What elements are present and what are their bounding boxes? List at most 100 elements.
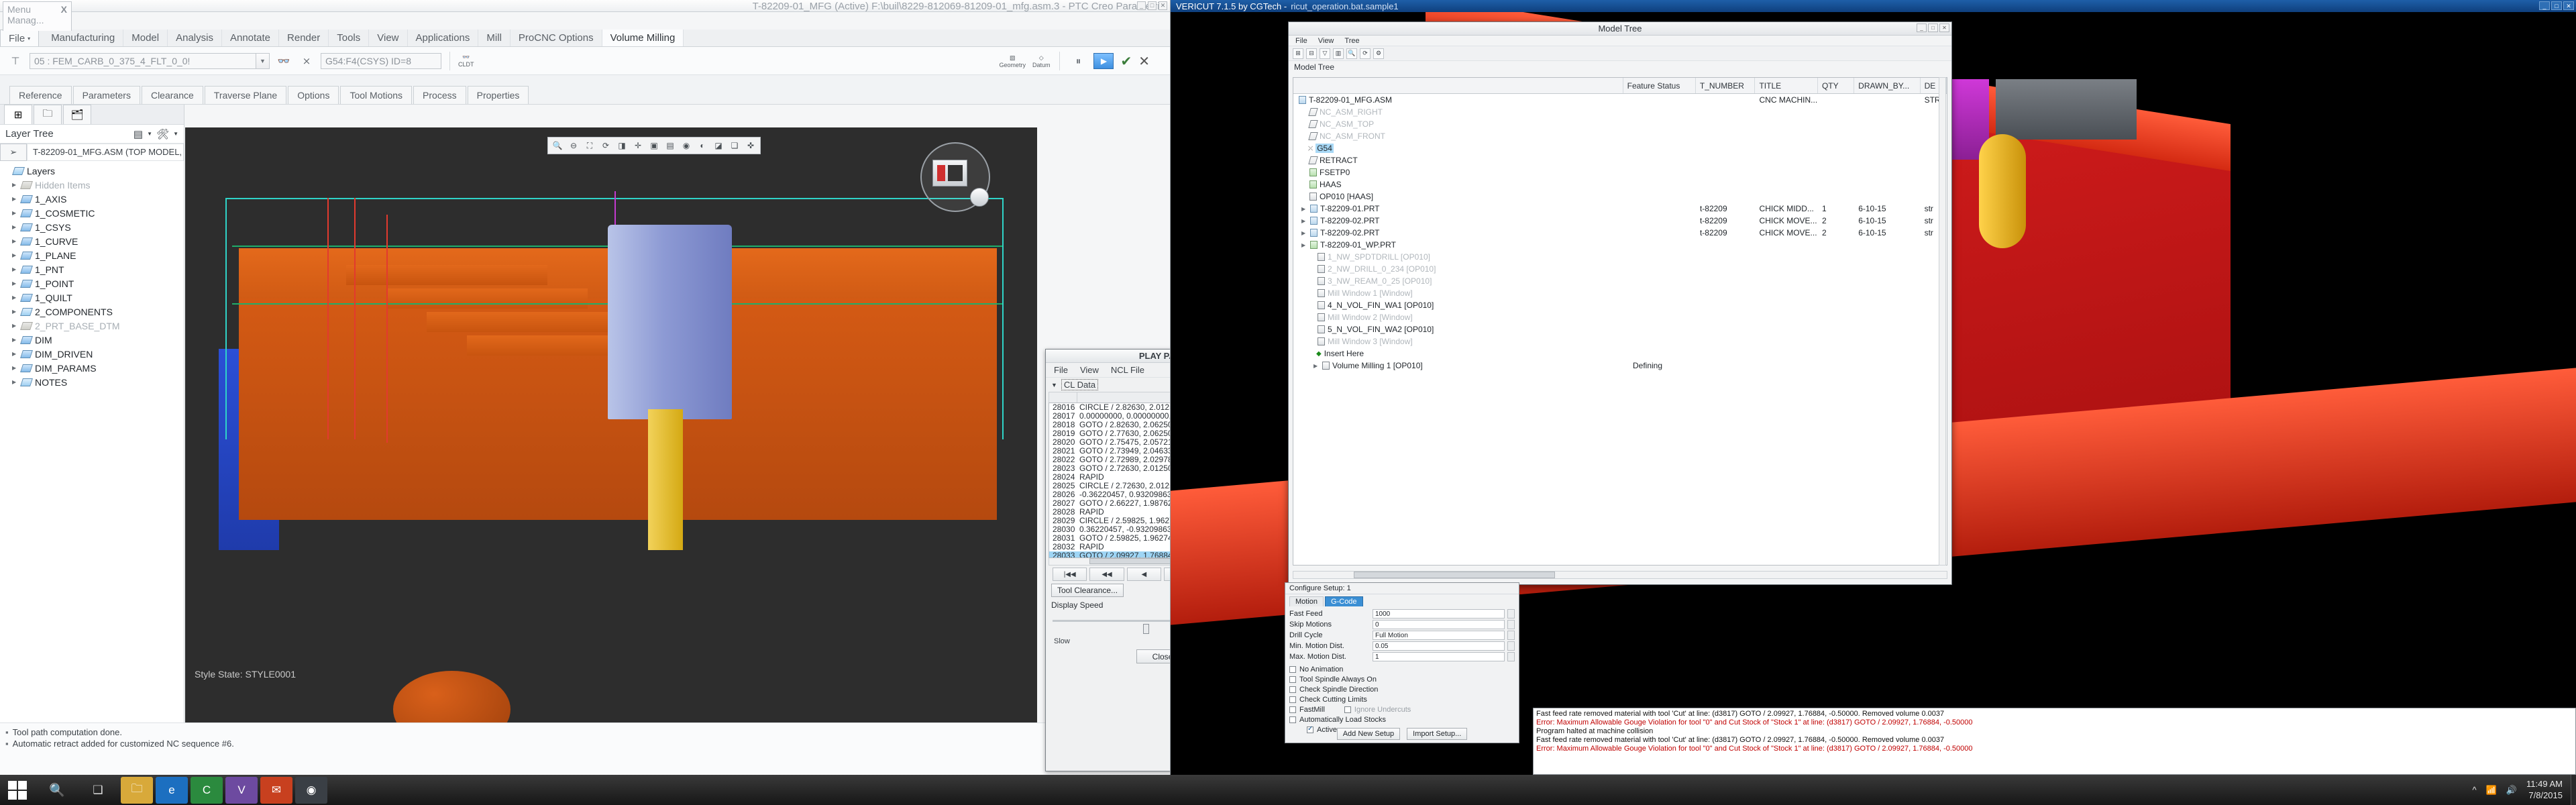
checkbox-automatically-load-stocks[interactable]: Automatically Load Stocks [1289, 714, 1515, 724]
layer-item-dim-driven[interactable]: ▶ DIM_DRIVEN [0, 347, 184, 361]
dash-tab-process[interactable]: Process [413, 86, 466, 104]
table-row[interactable]: 3_NW_REAM_0_25 [OP010] [1293, 275, 1947, 287]
dash-tab-traverse-plane[interactable]: Traverse Plane [205, 86, 286, 104]
checkbox-icon-ignore-undercuts[interactable] [1344, 706, 1351, 713]
collapse-all-icon[interactable]: ⊟ [1306, 48, 1317, 59]
checkbox-icon[interactable] [1289, 696, 1296, 703]
table-row[interactable]: NC_ASM_TOP [1293, 118, 1947, 130]
table-row[interactable]: ▶ T-82209-02.PRT t-82209 CHICK MOVE... 2… [1293, 227, 1947, 239]
layer-item-1-axis[interactable]: ▶ 1_AXIS [0, 192, 184, 206]
model-tree-horizontal-scrollbar[interactable] [1293, 571, 1947, 579]
table-row[interactable]: ▶ Volume Milling 1 [OP010] Defining [1293, 360, 1947, 372]
expand-icon[interactable]: ▶ [1301, 206, 1307, 212]
col-header-feature-status[interactable]: Feature Status [1623, 78, 1696, 93]
taskbar-clock[interactable]: 11:49 AM 7/8/2015 [2526, 779, 2563, 801]
filter-icon[interactable]: ▽ [1320, 48, 1330, 59]
expand-icon[interactable]: ▶ [1301, 218, 1307, 224]
creo-3d-viewport[interactable]: 🔍 ⊖ ⛶ ⟳ ◨ ✛ ▣ ▤ ◉ ◐ ◪ ❏ ✜ [185, 127, 1037, 722]
close-icon[interactable]: ✕ [1159, 1, 1167, 10]
table-row[interactable]: NC_ASM_FRONT [1293, 130, 1947, 142]
cl-data-expander[interactable]: ▼ CL Data [1046, 378, 1171, 392]
network-icon[interactable]: 📶 [2486, 785, 2497, 796]
dash-tab-reference[interactable]: Reference [9, 86, 72, 104]
taskbar-app-creo[interactable]: C [191, 777, 223, 804]
col-header-drawn-by[interactable]: DRAWN_BY... [1854, 78, 1920, 93]
layer-item-2-prt-base-dtm[interactable]: ▶ 2_PRT_BASE_DTM [0, 319, 184, 333]
settings-tools-icon[interactable]: 🛠 [156, 128, 169, 140]
model-tree-window-buttons[interactable]: _ □ ✕ [1917, 23, 1949, 32]
section-icon[interactable]: ◪ [712, 139, 725, 152]
taskbar-app-vericut[interactable]: V [225, 777, 258, 804]
value-skip-motions[interactable]: 0 [1373, 620, 1505, 629]
layers-display-icon[interactable]: ▤ [133, 128, 143, 140]
layer-item-1-quilt[interactable]: ▶ 1_QUILT [0, 290, 184, 305]
select-arrow-icon[interactable]: ➢ [0, 144, 27, 161]
transport-play[interactable]: ▶ [1164, 568, 1171, 581]
layer-root[interactable]: Layers [0, 164, 184, 178]
minimize-icon[interactable]: _ [1917, 23, 1927, 32]
maximize-icon[interactable]: □ [2551, 1, 2562, 10]
value-drill-cycle[interactable]: Full Motion [1373, 631, 1505, 640]
expand-icon[interactable]: ▶ [12, 238, 18, 244]
taskbar-app-edge[interactable]: e [156, 777, 188, 804]
cl-line-selected[interactable]: 28033GOTO / 2.09927, 1.76884, -0.50000 [1049, 551, 1171, 558]
configure-setup-panel[interactable]: Configure Setup: 1 Motion G-Code Fast Fe… [1285, 582, 1519, 743]
mt-menu-file[interactable]: File [1295, 37, 1307, 45]
expand-icon[interactable]: ▶ [1301, 242, 1307, 248]
tool-select-value[interactable]: 05 : FEM_CARB_0_375_4_FLT_0_0! [30, 53, 256, 69]
taskbar-app-mail[interactable]: ✉ [260, 777, 292, 804]
column-settings-icon[interactable]: ▥ [1333, 48, 1344, 59]
dropdown-drill-cycle-icon[interactable] [1507, 631, 1515, 640]
volume-icon[interactable]: 🔊 [2506, 785, 2517, 796]
chevron-down-icon-tools[interactable]: ▼ [173, 131, 178, 137]
tab-view[interactable]: View [369, 30, 407, 46]
expand-icon[interactable]: ▶ [12, 351, 18, 357]
layer-item-1-cosmetic[interactable]: ▶ 1_COSMETIC [0, 206, 184, 220]
tab-folder-browser-icon[interactable]: 🗀 [34, 105, 62, 124]
task-view-button[interactable]: ❑ [79, 775, 117, 805]
table-row[interactable]: Mill Window 3 [Window] [1293, 335, 1947, 347]
transport-step-back[interactable]: ◀ [1127, 568, 1161, 581]
layer-item-notes[interactable]: ▶ NOTES [0, 375, 184, 389]
close-icon[interactable]: ✕ [2563, 1, 2574, 10]
table-row[interactable]: Mill Window 1 [Window] [1293, 287, 1947, 299]
annotations-icon[interactable]: ❏ [728, 139, 741, 152]
checkbox-tool-spindle-always-on[interactable]: Tool Spindle Always On [1289, 674, 1515, 684]
geometry-button[interactable]: ▧ Geometry [999, 54, 1026, 68]
show-desktop-button[interactable] [2571, 775, 2576, 805]
tab-volume-milling[interactable]: Volume Milling [602, 30, 684, 46]
maximize-icon[interactable]: □ [1148, 1, 1157, 10]
tab-favorites-icon[interactable]: 🗂 [63, 105, 91, 124]
layer-item-1-csys[interactable]: ▶ 1_CSYS [0, 220, 184, 234]
taskbar-search-button[interactable]: 🔍 [35, 775, 79, 805]
table-row-selected[interactable]: ⤬ G54 [1293, 142, 1947, 154]
tab-analysis[interactable]: Analysis [168, 30, 222, 46]
dash-tab-options[interactable]: Options [288, 86, 339, 104]
shade-icon[interactable]: ◐ [696, 139, 709, 152]
tool-clearance-button[interactable]: Tool Clearance... [1051, 584, 1124, 597]
table-row[interactable]: 4_N_VOL_FIN_WA1 [OP010] [1293, 299, 1947, 311]
menu-manager-panel[interactable]: X Menu Manag... [3, 1, 72, 31]
table-row[interactable]: T-82209-01_MFG.ASM CNC MACHIN... STR [1293, 94, 1947, 106]
close-icon[interactable]: ✕ [1939, 23, 1949, 32]
tray-expand-icon[interactable]: ^ [2473, 785, 2477, 795]
display-style-icon[interactable]: ◨ [615, 139, 629, 152]
cl-horizontal-scrollbar[interactable] [1049, 558, 1171, 566]
repaint-icon[interactable]: ⟳ [599, 139, 612, 152]
tab-file[interactable]: File ▾ [0, 30, 39, 46]
menu-ncl-file[interactable]: NCL File [1111, 365, 1144, 375]
value-min-motion-dist[interactable]: 0.05 [1373, 641, 1505, 651]
pause-icon[interactable]: ⏸ [1069, 52, 1087, 70]
stepper-skip-motions[interactable] [1507, 620, 1515, 629]
stepper-fast-feed[interactable] [1507, 609, 1515, 619]
expand-icon[interactable]: ▶ [12, 266, 18, 272]
table-row[interactable]: RETRACT [1293, 154, 1947, 166]
saved-views-icon[interactable]: ▣ [647, 139, 661, 152]
tab-mill[interactable]: Mill [478, 30, 511, 46]
expand-icon[interactable]: ▶ [12, 365, 18, 371]
appearance-icon[interactable]: ◉ [680, 139, 693, 152]
csys-field-value[interactable]: G54:F4(CSYS) ID=8 [321, 53, 441, 69]
dash-tab-properties[interactable]: Properties [468, 86, 529, 104]
table-row[interactable]: NC_ASM_RIGHT [1293, 106, 1947, 118]
layer-item-1-point[interactable]: ▶ 1_POINT [0, 276, 184, 290]
